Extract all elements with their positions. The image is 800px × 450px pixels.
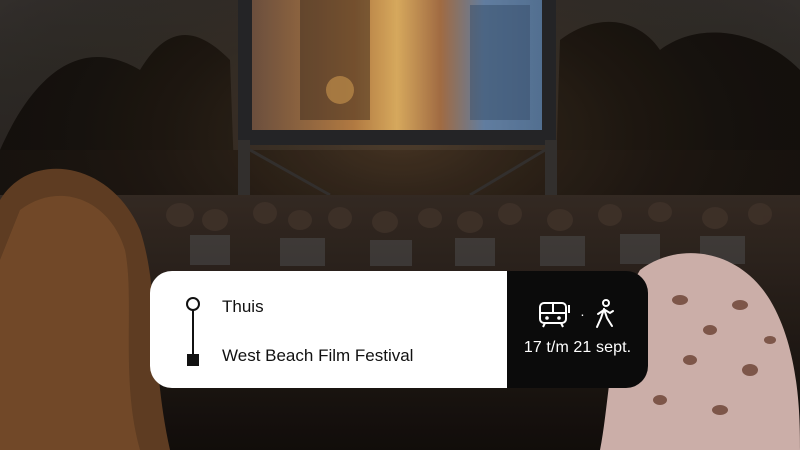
event-dates: 17 t/m 21 sept. <box>523 338 632 356</box>
mode-separator: · <box>580 305 585 322</box>
bus-tram-icon <box>539 301 571 327</box>
walking-icon <box>595 298 614 328</box>
route-line-icon <box>186 297 200 366</box>
destination-label: West Beach Film Festival <box>222 346 414 365</box>
route-panel: Thuis West Beach Film Festival <box>150 271 507 388</box>
route-card[interactable]: Thuis West Beach Film Festival · 17 t/m … <box>150 271 648 388</box>
travel-modes: · <box>538 298 617 329</box>
origin-label: Thuis <box>222 297 264 316</box>
travel-info-panel: · 17 t/m 21 sept. <box>507 271 648 388</box>
